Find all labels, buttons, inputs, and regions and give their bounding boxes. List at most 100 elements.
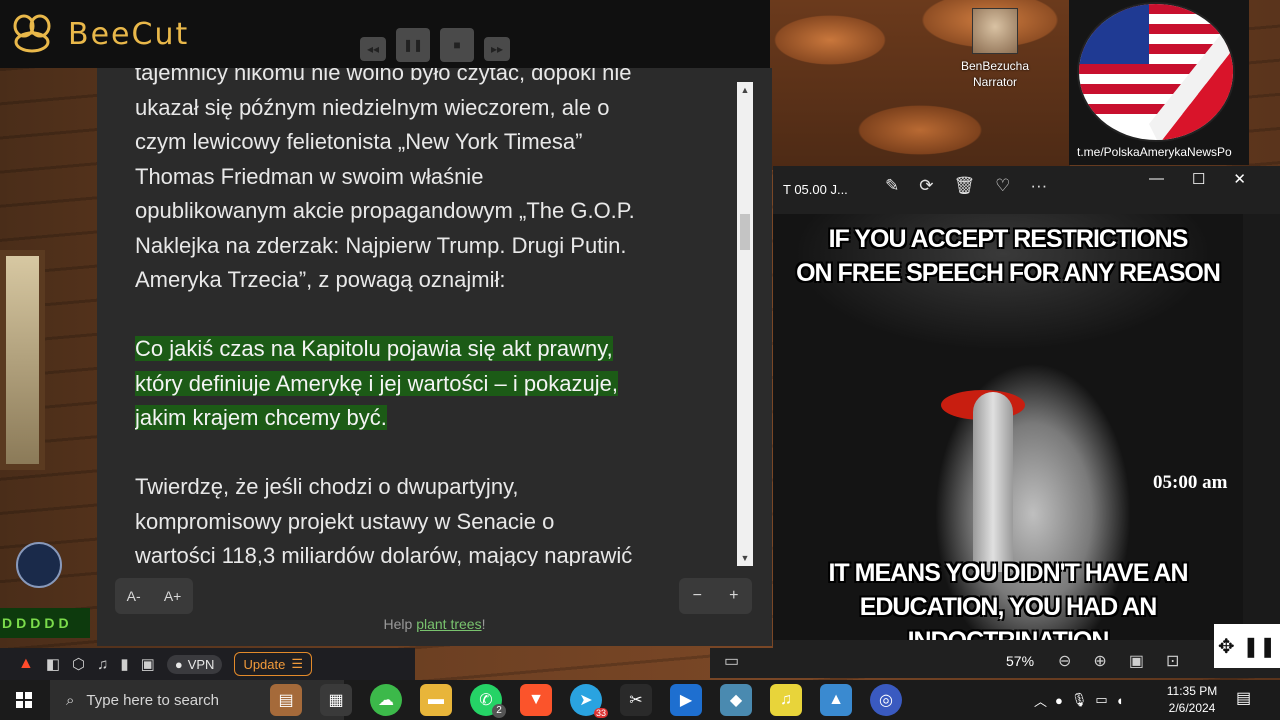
telegram-link[interactable]: t.me/PolskaAmerykaNewsPo — [1077, 145, 1232, 159]
microphone-icon[interactable]: 🎙︎ — [1071, 692, 1088, 708]
meme-bottom-line-2: EDUCATION, YOU HAD AN INDOCTRINATION — [859, 593, 1158, 640]
arrow-icon: D — [16, 615, 27, 631]
viewer-status-bar: ▭ 57% ⊖ ⊕ ▣ ⊡ — [710, 648, 1280, 678]
reader-scrollbar[interactable]: ▲ ▼ — [737, 82, 753, 566]
vpn-button[interactable]: ● VPN — [166, 654, 223, 674]
arrow-icon: D — [2, 615, 13, 631]
minimize-button[interactable]: — — [1149, 170, 1164, 188]
viewer-side-strip — [1243, 214, 1280, 640]
taskbar-clock[interactable]: 11:35 PM 2/6/2024 — [1160, 683, 1224, 717]
tray-chevron-icon[interactable]: ︿ — [1034, 691, 1047, 710]
help-footer: Help plant trees! — [97, 616, 772, 632]
update-button[interactable]: Update ☰ — [234, 652, 313, 676]
font-decrease-button[interactable]: A- — [127, 588, 141, 604]
scroll-thumb[interactable] — [740, 214, 750, 251]
meme-image: IF YOU ACCEPT RESTRICTIONS ON FREE SPEEC… — [773, 214, 1243, 640]
tray-app-icon[interactable]: ● — [1055, 693, 1063, 708]
delete-icon[interactable]: 🗑︎ — [954, 176, 976, 196]
zoom-in-icon[interactable]: ⊕ — [1093, 651, 1106, 671]
favorite-icon[interactable]: ♡ — [995, 176, 1010, 196]
meme-time-label: 05:00 am — [1153, 472, 1228, 493]
extensions-icon[interactable]: ⬡ — [72, 655, 85, 673]
font-increase-button[interactable]: A+ — [164, 588, 182, 604]
system-tray: ︿ ● 🎙︎ ▭ ◖ — [1034, 680, 1124, 720]
meme-bottom-line-1: IT MEANS YOU DIDN'T HAVE AN — [828, 559, 1188, 587]
text-line: który definiuje Amerykę i jej wartości –… — [135, 370, 618, 396]
text-line: opublikowanym akcie propagandowym „The G… — [135, 198, 635, 223]
beecut-logo: BeeCut — [10, 14, 189, 54]
vpn-status-icon: ● — [174, 656, 183, 672]
files-box-icon[interactable]: ▤ — [270, 684, 302, 716]
browser-toolbar: ▲ ◧ ⬡ ♫ ▮ ▣ ● VPN Update ☰ — [0, 648, 415, 680]
move-handle-icon[interactable]: ✥ — [1218, 634, 1235, 659]
reader-zoom-in-button[interactable]: + — [729, 587, 738, 605]
file-explorer-icon[interactable]: ▬ — [420, 684, 452, 716]
pause-icon[interactable]: ❚❚ — [1243, 634, 1277, 659]
reader-panel: tajemnicy nikomu nie wolno było czytać, … — [97, 68, 772, 646]
fit-window-icon[interactable]: ▣ — [1129, 651, 1144, 671]
scroll-up-icon[interactable]: ▲ — [737, 82, 753, 98]
pause-recording-button[interactable]: ❚❚ — [396, 28, 430, 62]
reader-text[interactable]: tajemnicy nikomu nie wolno było czytać, … — [135, 68, 745, 566]
narrator-avatar — [972, 8, 1018, 54]
text-line: kompromisowy projekt ustawy w Senacie o — [135, 508, 555, 534]
reading-mode-icon[interactable]: ▮ — [120, 655, 128, 673]
filmstrip-icon[interactable]: ▭ — [724, 651, 739, 671]
close-button[interactable]: ✕ — [1233, 170, 1246, 188]
whatsapp-icon[interactable]: ✆ 2 — [470, 684, 506, 718]
brave-rewards-icon[interactable]: ▲ — [18, 655, 34, 673]
text-line: Naklejka na zderzak: Najpierw Trump. Dru… — [135, 232, 627, 258]
font-size-control: A- A+ — [115, 578, 193, 614]
more-icon[interactable]: ··· — [1030, 176, 1047, 196]
vpn-label: VPN — [187, 656, 215, 672]
rotate-icon[interactable]: ⟳ — [919, 176, 933, 196]
brave-browser-icon[interactable]: ▼ — [520, 684, 552, 716]
sidebar-toggle-icon[interactable]: ◧ — [46, 655, 60, 673]
network-icon[interactable]: ▭ — [1095, 692, 1107, 708]
window-controls: — ☐ ✕ — [1149, 170, 1246, 188]
maximize-button[interactable]: ☐ — [1192, 170, 1205, 188]
viewer-title: T 05.00 J... — [783, 182, 848, 197]
bell-app-icon[interactable]: ♫ — [770, 684, 802, 716]
text-line: Thomas Friedman w swoim właśnie — [135, 163, 484, 189]
meme-top-caption: IF YOU ACCEPT RESTRICTIONS ON FREE SPEEC… — [773, 222, 1243, 290]
us-poland-flag-icon — [1077, 2, 1235, 142]
stop-recording-button[interactable]: ■ — [440, 28, 474, 62]
actual-size-icon[interactable]: ⊡ — [1166, 651, 1179, 671]
volume-icon[interactable]: ◖ — [1116, 693, 1124, 708]
recorder-app-icon[interactable]: ◎ — [870, 684, 902, 716]
calculator-icon[interactable]: ▦ — [320, 684, 352, 716]
left-dock-strip: D D D D D — [0, 608, 90, 638]
tools-icon[interactable]: ✂ — [620, 684, 652, 716]
reader-zoom-out-button[interactable]: − — [693, 587, 702, 605]
photos-viewer-window: T 05.00 J... ✎ ⟳ 🗑︎ ♡ ··· — ☐ ✕ IF YOU A… — [773, 166, 1280, 648]
plant-trees-link[interactable]: plant trees — [416, 616, 481, 632]
narrator-role: Narrator — [972, 75, 1017, 89]
text-line: jakim krajem chcemy być. — [135, 405, 387, 430]
paragraph: Twierdzę, że jeśli chodzi o dwupartyjny,… — [135, 470, 745, 566]
telegram-badge: 33 — [593, 708, 608, 718]
notes-icon[interactable]: ◆ — [720, 684, 752, 716]
cloud-app-icon[interactable]: ☁ — [370, 684, 402, 716]
rewind-button[interactable]: ◂◂ — [360, 37, 386, 61]
zoom-out-icon[interactable]: ⊖ — [1058, 651, 1071, 671]
edit-icon[interactable]: ✎ — [885, 176, 899, 196]
forward-button[interactable]: ▸▸ — [484, 37, 510, 61]
recorder-overlay: ✥ ❚❚ — [1214, 624, 1280, 668]
space-force-emblem-icon — [16, 542, 62, 588]
wallet-icon[interactable]: ▣ — [141, 655, 155, 673]
start-button[interactable] — [0, 680, 48, 720]
scroll-down-icon[interactable]: ▼ — [737, 550, 753, 566]
notifications-icon[interactable]: ▤ — [1236, 688, 1251, 708]
cabin-window-decor — [0, 250, 45, 470]
meme-top-line-2: ON FREE SPEECH FOR ANY REASON — [796, 259, 1221, 287]
menu-icon: ☰ — [291, 656, 304, 671]
arrow-icon: D — [58, 615, 69, 631]
media-player-icon[interactable]: ▶ — [670, 684, 702, 716]
text-line: czym lewicowy felietonista „New York Tim… — [135, 129, 583, 154]
media-icon[interactable]: ♫ — [97, 656, 108, 673]
arrow-icon: D — [30, 615, 41, 631]
telegram-icon[interactable]: ➤ 33 — [570, 684, 608, 718]
photos-icon[interactable]: ▲ — [820, 684, 852, 716]
